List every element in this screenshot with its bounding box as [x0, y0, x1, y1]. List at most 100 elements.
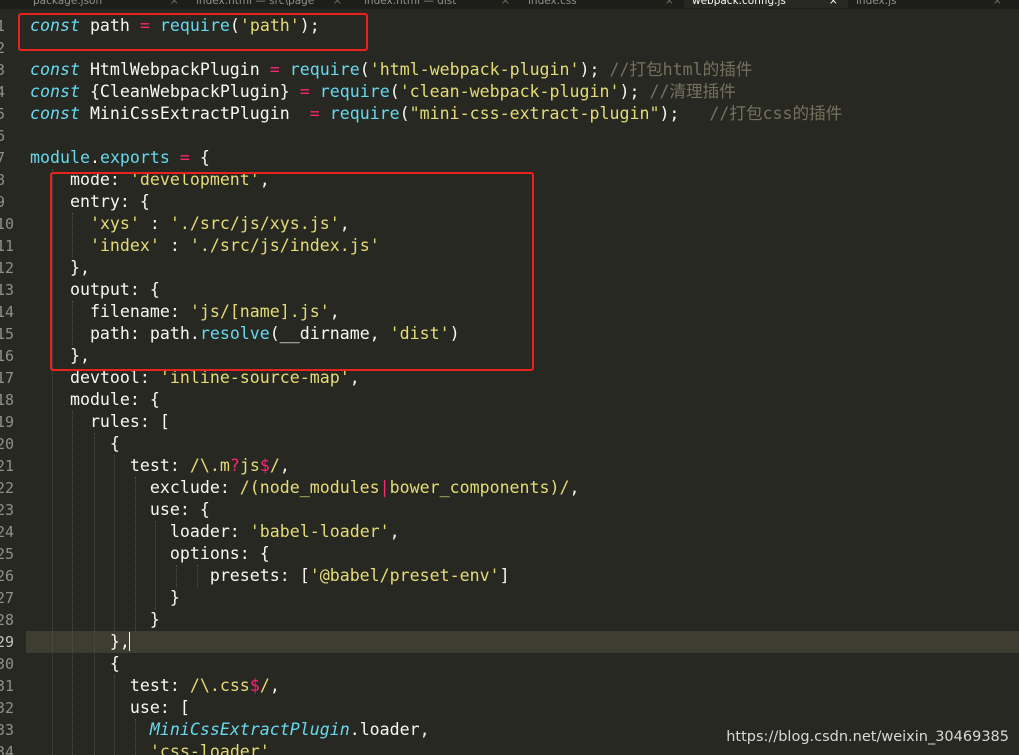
highlight-box-require-path	[18, 13, 368, 51]
code-line[interactable]: MiniCssExtractPlugin.loader,	[30, 719, 430, 741]
code-token: HtmlWebpackPlugin	[79, 60, 270, 79]
code-line[interactable]: const HtmlWebpackPlugin = require('html-…	[30, 59, 752, 81]
line-number: 5	[0, 105, 6, 123]
line-number: 4	[0, 83, 6, 101]
code-token: ]	[499, 566, 510, 585]
line-number: 16	[0, 347, 15, 365]
watermark: https://blog.csdn.net/weixin_30469385	[726, 729, 1009, 745]
code-token: ,	[279, 456, 290, 475]
close-tab-icon[interactable]: ×	[993, 0, 1002, 8]
code-token: =	[179, 148, 190, 167]
code-token: MiniCssExtractPlugin	[149, 720, 350, 739]
line-number: 29	[0, 633, 15, 651]
code-token: {CleanWebpackPlugin}	[79, 82, 300, 101]
code-token: /\.m	[189, 456, 230, 475]
line-number: 19	[0, 413, 15, 431]
code-line[interactable]: module.exports = {	[30, 147, 210, 169]
tab-label: index.css	[528, 0, 577, 7]
code-token: =	[309, 104, 320, 123]
line-number: 22	[0, 479, 15, 497]
code-editor[interactable]: 1 2 3 4 5 6 7 8 9 10 11 12 13 14 15 16 17 18 19 20 21 22 23 24 2…	[0, 9, 1019, 755]
code-token: require	[289, 60, 360, 79]
code-line[interactable]: use: {	[30, 499, 210, 521]
line-number: 9	[0, 193, 6, 211]
code-line[interactable]: const {CleanWebpackPlugin} = require('cl…	[30, 81, 736, 103]
line-number: 24	[0, 523, 15, 541]
code-line[interactable]: {	[30, 653, 120, 675]
code-line[interactable]: module: {	[30, 389, 160, 411]
line-number: 11	[0, 237, 15, 255]
tab-label: index.html — dist	[364, 0, 457, 7]
line-number: 12	[0, 259, 15, 277]
code-token: (	[389, 82, 400, 101]
code-token: ,	[569, 478, 580, 497]
code-token: |	[379, 478, 390, 497]
code-token: /	[259, 676, 270, 695]
current-line-highlight	[26, 631, 1019, 653]
code-token: module: {	[30, 390, 160, 409]
code-line[interactable]: 'css-loader'	[30, 741, 270, 755]
code-token: const	[30, 104, 80, 123]
close-tab-icon[interactable]: ×	[333, 0, 342, 8]
code-token: {	[30, 434, 120, 453]
code-token: 'css-loader'	[149, 742, 270, 755]
line-number: 14	[0, 303, 15, 321]
code-line[interactable]: presets: ['@babel/preset-env']	[30, 565, 510, 587]
line-number: 25	[0, 545, 15, 563]
code-token: const	[30, 60, 80, 79]
code-line[interactable]: {	[30, 433, 120, 455]
close-tab-icon[interactable]: ×	[665, 0, 674, 8]
line-number: 20	[0, 435, 15, 453]
code-token: },	[30, 632, 130, 651]
code-line[interactable]: rules: [	[30, 411, 170, 433]
code-line[interactable]: loader: 'babel-loader',	[30, 521, 400, 543]
tab-index-html[interactable]: index.html — src\page ×	[188, 0, 352, 8]
line-number: 18	[0, 391, 15, 409]
code-line[interactable]: options: {	[30, 543, 270, 565]
code-token: options: {	[30, 544, 270, 563]
code-token: test:	[30, 456, 190, 475]
line-number: 30	[0, 655, 15, 673]
line-number: 6	[0, 127, 6, 145]
line-number: 10	[0, 215, 15, 233]
code-line[interactable]: }	[30, 587, 180, 609]
line-number-gutter: 1 2 3 4 5 6 7 8 9 10 11 12 13 14 15 16 17 18 19 20 21 22 23 24 2…	[0, 9, 15, 755]
code-token: .	[89, 148, 100, 167]
tab-package-json[interactable]: package.json ×	[25, 0, 189, 8]
line-number: 33	[0, 721, 15, 739]
line-number: 1	[0, 17, 6, 35]
code-token: MiniCssExtractPlugin	[79, 104, 310, 123]
code-line[interactable]: const MiniCssExtractPlugin = require("mi…	[30, 103, 842, 125]
tab-index-css[interactable]: index.css ×	[520, 0, 684, 8]
tab-bar: package.json × index.html — src\page × index…	[0, 0, 1019, 9]
code-line[interactable]: use: [	[30, 697, 190, 719]
close-tab-icon[interactable]: ×	[501, 0, 510, 8]
tab-index-html[interactable]: index.html — dist ×	[356, 0, 520, 8]
code-line[interactable]: exclude: /(node_modules|bower_components…	[30, 477, 580, 499]
code-token: //清理插件	[649, 82, 736, 101]
code-line[interactable]: }	[30, 609, 160, 631]
close-tab-icon[interactable]: ×	[170, 0, 179, 8]
code-token: ,	[389, 522, 400, 541]
tab-index-js[interactable]: index.js ×	[848, 0, 1012, 8]
line-number: 13	[0, 281, 15, 299]
line-number: 2	[0, 39, 6, 57]
code-token: {	[30, 654, 120, 673]
tab-webpack-config-js[interactable]: webpack.config.js ×	[684, 0, 848, 8]
line-number: 34	[0, 743, 15, 755]
line-number: 8	[0, 171, 6, 189]
close-tab-icon[interactable]: ×	[829, 0, 838, 8]
tab-label: webpack.config.js	[692, 0, 786, 7]
line-number: 31	[0, 677, 15, 695]
line-number: 17	[0, 369, 15, 387]
code-token: ,	[269, 676, 280, 695]
code-line[interactable]: },	[30, 631, 130, 653]
code-line[interactable]: test: /\.m?js$/,	[30, 455, 290, 477]
code-line[interactable]: test: /\.css$/,	[30, 675, 280, 697]
code-token: //打包css的插件	[709, 104, 843, 123]
